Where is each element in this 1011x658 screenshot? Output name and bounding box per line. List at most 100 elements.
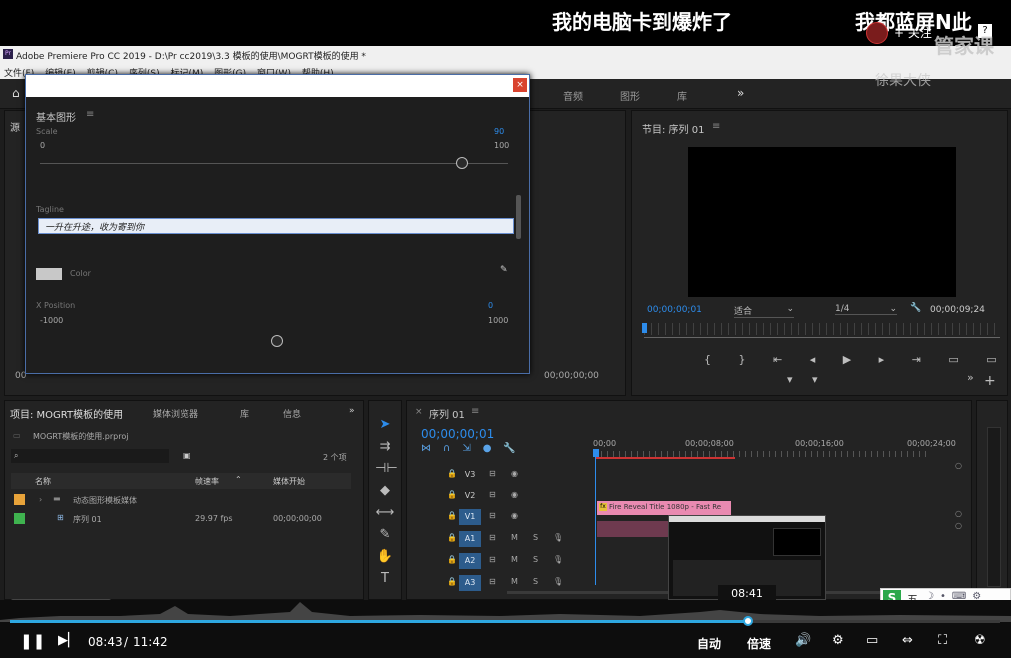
track-lock-icon[interactable]: 🔒: [447, 555, 457, 564]
scroll-handle[interactable]: ○: [955, 509, 962, 518]
solo-button[interactable]: S: [533, 577, 538, 586]
mute-button[interactable]: M: [511, 533, 518, 542]
track-lock-icon[interactable]: 🔒: [447, 577, 457, 586]
panel-menu-icon[interactable]: ≡: [471, 406, 479, 417]
track-select-tool-icon[interactable]: ⇉: [375, 439, 395, 454]
color-swatch[interactable]: [36, 268, 62, 280]
timeline-timecode[interactable]: 00;00;00;01: [421, 427, 494, 441]
more-controls-icon[interactable]: »: [967, 371, 974, 384]
track-lock-icon[interactable]: 🔒: [447, 511, 457, 520]
eyedropper-icon[interactable]: ✎: [500, 265, 508, 275]
workspace-tab-libraries[interactable]: 库: [677, 88, 687, 103]
razor-tool-icon[interactable]: ◆: [375, 483, 395, 498]
home-icon[interactable]: ⌂: [12, 86, 20, 100]
microphone-icon[interactable]: 🎙: [553, 555, 563, 564]
program-timeline-ruler[interactable]: [644, 323, 1000, 335]
vertical-scrollbar[interactable]: [516, 195, 521, 239]
microphone-icon[interactable]: 🎙: [553, 533, 563, 542]
scroll-handle[interactable]: ○: [955, 461, 962, 470]
program-playhead[interactable]: [642, 323, 647, 333]
settings-gear-icon[interactable]: ⚙: [832, 633, 844, 648]
program-zoom-bar[interactable]: [644, 337, 1000, 338]
track-label-a1[interactable]: A1: [459, 531, 481, 547]
wrench-icon[interactable]: 🔧: [910, 303, 921, 313]
track-lock-icon[interactable]: 🔒: [447, 533, 457, 542]
tab-info[interactable]: 信息: [283, 407, 301, 420]
speed-button[interactable]: 倍速: [747, 635, 771, 652]
track-label-a2[interactable]: A2: [459, 553, 481, 569]
eye-icon[interactable]: ◉: [511, 469, 518, 478]
xposition-slider-knob[interactable]: [271, 335, 283, 347]
next-icon[interactable]: ▶▏: [58, 633, 78, 648]
solo-button[interactable]: S: [533, 555, 538, 564]
xposition-value[interactable]: 0: [488, 301, 493, 310]
track-label-v3[interactable]: V3: [459, 467, 481, 483]
program-monitor-title[interactable]: 节目: 序列 01: [642, 121, 704, 136]
panel-menu-icon[interactable]: ≡: [712, 121, 720, 132]
picture-in-picture-icon[interactable]: ▭: [866, 633, 878, 648]
ripple-edit-tool-icon[interactable]: ⊣⊢: [375, 461, 398, 476]
workspace-tab-graphics[interactable]: 图形: [620, 88, 640, 103]
fit-dropdown[interactable]: 适合 ⌄: [734, 304, 794, 318]
column-frame-rate[interactable]: 帧速率: [195, 476, 219, 487]
eye-icon[interactable]: ◉: [511, 511, 518, 520]
disclosure-arrow-icon[interactable]: ›: [39, 495, 42, 504]
resolution-dropdown[interactable]: 1/4 ⌄: [835, 304, 897, 315]
microphone-icon[interactable]: 🎙: [553, 577, 563, 586]
tagline-input[interactable]: [38, 218, 514, 234]
slip-tool-icon[interactable]: ⟷: [375, 505, 395, 520]
track-sync-icon[interactable]: ⊟: [489, 469, 496, 478]
fullscreen-icon[interactable]: ☢: [974, 633, 986, 648]
tab-sequence[interactable]: 序列 01: [429, 406, 465, 421]
workspace-more-icon[interactable]: »: [737, 86, 744, 100]
eye-icon[interactable]: ◉: [511, 490, 518, 499]
web-fullscreen-icon[interactable]: ⛶: [938, 633, 947, 648]
follow-button[interactable]: + 关注: [894, 24, 932, 41]
panel-menu-icon[interactable]: ≡: [86, 109, 94, 120]
mute-button[interactable]: M: [511, 555, 518, 564]
program-timecode[interactable]: 00;00;00;01: [647, 305, 702, 315]
hand-tool-icon[interactable]: ✋: [375, 549, 395, 564]
work-area-bar[interactable]: [595, 457, 735, 459]
workspace-tab-audio[interactable]: 音频: [563, 88, 583, 103]
tab-media-browser[interactable]: 媒体浏览器: [153, 407, 198, 420]
track-label-a3[interactable]: A3: [459, 575, 481, 591]
sort-ascending-icon[interactable]: ⌃: [235, 475, 242, 484]
column-media-start[interactable]: 媒体开始: [273, 476, 305, 487]
table-row[interactable]: ⊞ 序列 01 29.97 fps 00;00;00;00: [11, 510, 351, 528]
mute-button[interactable]: M: [511, 577, 518, 586]
volume-icon[interactable]: 🔊: [795, 633, 811, 648]
widescreen-icon[interactable]: ⇔: [902, 633, 913, 648]
track-label-v2[interactable]: V2: [459, 488, 481, 504]
track-lock-icon[interactable]: 🔒: [447, 469, 457, 478]
track-sync-icon[interactable]: ⊟: [489, 577, 496, 586]
pen-tool-icon[interactable]: ✎: [375, 527, 395, 542]
track-sync-icon[interactable]: ⊟: [489, 555, 496, 564]
scale-slider-knob[interactable]: [456, 157, 468, 169]
more-tabs-icon[interactable]: »: [349, 406, 355, 416]
source-tab[interactable]: 源: [10, 119, 20, 134]
track-label-v1[interactable]: V1: [459, 509, 481, 525]
pause-icon[interactable]: ❚❚: [20, 632, 45, 650]
project-search-input[interactable]: ⌕: [11, 449, 169, 463]
track-lock-icon[interactable]: 🔒: [447, 490, 457, 499]
scale-slider-track[interactable]: [40, 163, 508, 164]
timeline-clip-v1[interactable]: fx Fire Reveal Title 1080p - Fast Re: [597, 501, 731, 515]
scale-value[interactable]: 90: [494, 127, 504, 136]
new-bin-icon[interactable]: ▣: [183, 451, 191, 460]
table-row[interactable]: › ▬ 动态图形模板媒体: [11, 491, 351, 509]
lift-extract-controls[interactable]: ▾ ▾: [787, 373, 826, 386]
scroll-handle[interactable]: ○: [955, 521, 962, 530]
column-name[interactable]: 名称: [35, 476, 51, 487]
progress-handle[interactable]: [742, 616, 753, 626]
floating-window-titlebar[interactable]: ×: [26, 75, 529, 97]
close-icon[interactable]: ×: [513, 78, 527, 92]
tab-libraries[interactable]: 库: [240, 407, 249, 420]
program-video-frame[interactable]: [688, 147, 956, 297]
tab-project[interactable]: 项目: MOGRT模板的使用: [10, 406, 123, 421]
program-transport-controls[interactable]: { } ⇤ ◂ ▶ ▸ ⇥ ▭ ▭: [704, 353, 1009, 366]
close-icon[interactable]: ×: [415, 407, 423, 417]
selection-tool-icon[interactable]: ➤: [375, 417, 395, 432]
solo-button[interactable]: S: [533, 533, 538, 542]
progress-bar[interactable]: [10, 620, 1000, 623]
